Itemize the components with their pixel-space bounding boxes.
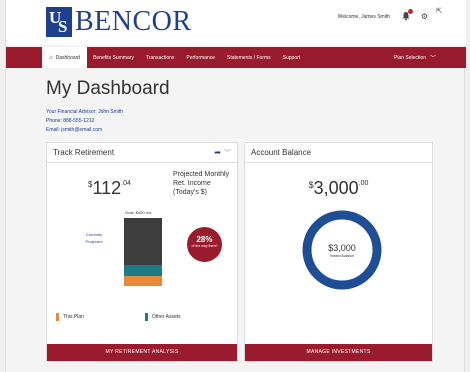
logout-icon[interactable]: ⇱ [436, 7, 442, 15]
card-header: Account Balance [245, 143, 432, 163]
progress-text: of the way there! [191, 244, 218, 248]
nav-label: Dashboard [55, 54, 81, 61]
nav-support[interactable]: Support [277, 47, 307, 68]
remaining-segment [124, 218, 162, 265]
this-plan-segment [124, 276, 162, 286]
page-title: My Dashboard [46, 78, 170, 99]
advisor-info: Your Financial Advisor: John Smith Phone… [46, 108, 123, 135]
card-title: Account Balance [251, 148, 312, 157]
legend-swatch [56, 313, 59, 321]
amount-value: 112 [92, 178, 122, 198]
bencor-logo[interactable]: US BENCOR [46, 6, 192, 38]
nav-statements-forms[interactable]: Statements / Forms [221, 47, 277, 68]
plan-selection-label: Plan Selection [394, 54, 426, 61]
share-icon[interactable]: ➦ [214, 148, 221, 157]
card-title: Track Retirement [53, 148, 115, 157]
nav-performance[interactable]: Performance [180, 47, 221, 68]
home-icon: ⌂ [49, 54, 53, 61]
projected-amount: $ 112 .04 [88, 178, 131, 199]
progress-badge: 28% of the way there! [187, 227, 222, 262]
header: US BENCOR Welcome, James Smith ⚙ ⇱ [6, 0, 466, 45]
legend-label: Other Assets [152, 314, 181, 320]
my-retirement-analysis-button[interactable]: MY RETIREMENT ANALYSIS [47, 344, 237, 361]
welcome-text: Welcome, James Smith [337, 14, 390, 20]
amount-cents: .00 [358, 180, 369, 187]
retirement-bar [124, 218, 162, 286]
advisor-phone: Phone: 888-555-1212 [46, 118, 95, 124]
balance-amount: $ 3,000 .00 [245, 178, 432, 199]
chevron-down-icon[interactable]: ﹀ [224, 148, 231, 158]
nav-transactions[interactable]: Transactions [140, 47, 180, 68]
nav-benefits-summary[interactable]: Benefits Summary [87, 47, 140, 68]
card-header: Track Retirement ➦ ﹀ [47, 143, 237, 163]
advisor-email[interactable]: Email: jsmith@email.com [46, 126, 123, 135]
track-retirement-card: Track Retirement ➦ ﹀ $ 112 .04 Projected… [46, 142, 238, 362]
notification-dot [408, 9, 413, 14]
plan-selection-dropdown[interactable]: Plan Selection ﹀ [394, 47, 436, 68]
nav-dashboard[interactable]: ⌂ Dashboard [42, 47, 88, 68]
balance-donut-chart: $3,000 Vested Balance [301, 209, 383, 291]
other-assets-segment [124, 265, 162, 276]
currently-projected-label: Currently Projected [85, 232, 103, 244]
legend-label: This Plan [63, 314, 84, 320]
chevron-down-icon: ﹀ [429, 56, 436, 62]
legend-this-plan: This Plan [56, 313, 84, 321]
gear-icon[interactable]: ⚙ [421, 12, 428, 21]
logo-text: BENCOR [75, 6, 192, 37]
progress-percent: 28% [196, 235, 213, 244]
manage-investments-button[interactable]: MANAGE INVESTMENTS [245, 344, 432, 361]
donut-value: $3,000 [328, 242, 356, 253]
legend-other-assets: Other Assets [145, 313, 181, 321]
goal-label: Goal: $400 mo. [125, 210, 153, 215]
page-frame: US BENCOR Welcome, James Smith ⚙ ⇱ ⌂ Das… [5, 0, 466, 372]
logo-mark: US [46, 7, 72, 37]
projected-label: Projected Monthly Ret. Income (Today's $… [173, 171, 230, 196]
donut-center: $3,000 Vested Balance [301, 209, 383, 291]
main-nav: ⌂ Dashboard Benefits Summary Transaction… [6, 47, 466, 68]
account-balance-card: Account Balance $ 3,000 .00 $3,000 Veste… [244, 142, 433, 362]
amount-cents: .04 [121, 180, 131, 187]
legend-swatch [145, 313, 148, 321]
donut-label: Vested Balance [329, 253, 355, 258]
advisor-name: Your Financial Advisor: John Smith [46, 109, 124, 115]
amount-value: 3,000 [313, 178, 359, 198]
